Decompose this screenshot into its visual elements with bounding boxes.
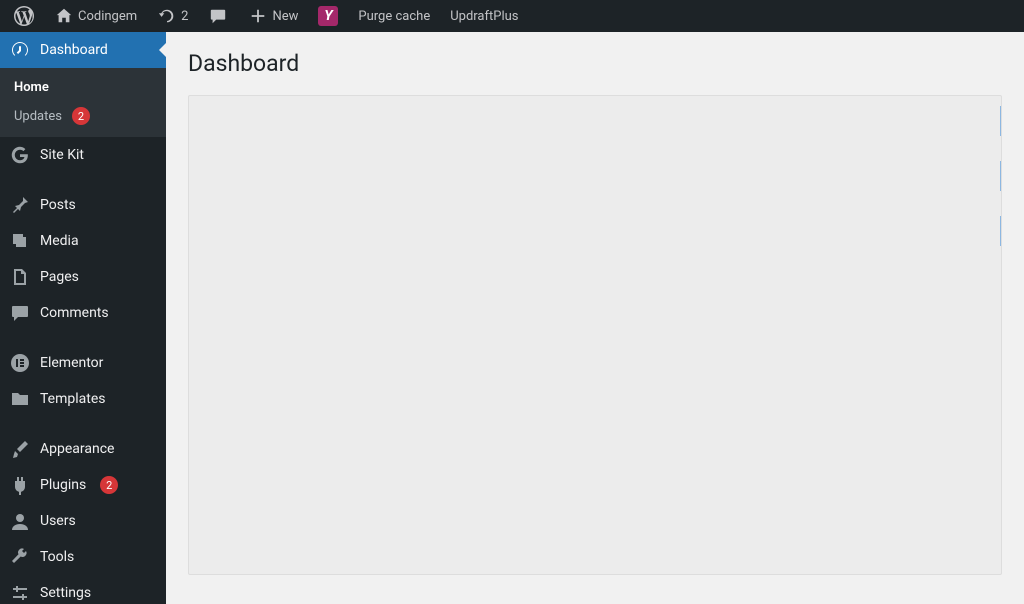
sidebar-item-label: Pages xyxy=(40,269,79,285)
media-icon xyxy=(10,231,30,251)
toolbar-purge-label: Purge cache xyxy=(358,9,430,24)
sidebar-item-label: Site Kit xyxy=(40,147,84,163)
menu-separator xyxy=(0,173,166,187)
sidebar-item-settings[interactable]: Settings xyxy=(0,575,166,604)
toolbar-updraft-label: UpdraftPlus xyxy=(450,9,518,24)
elementor-icon xyxy=(10,353,30,373)
sidebar-item-label: Home xyxy=(14,80,49,95)
wordpress-icon xyxy=(14,6,34,26)
sidebar-item-label: Elementor xyxy=(40,355,103,371)
sidebar-subitem-updates[interactable]: Updates 2 xyxy=(0,101,166,131)
user-icon xyxy=(10,511,30,531)
toolbar-comments[interactable] xyxy=(200,0,236,32)
home-icon xyxy=(54,6,74,26)
sidebar-item-label: Comments xyxy=(40,305,109,321)
sliders-icon xyxy=(10,583,30,603)
sidebar-submenu-dashboard: Home Updates 2 xyxy=(0,68,166,137)
yoast-icon: Y xyxy=(318,6,338,26)
plugin-icon xyxy=(10,475,30,495)
sidebar-item-label: Tools xyxy=(40,549,74,565)
comment-icon xyxy=(208,6,228,26)
toolbar-site-name[interactable]: Codingem xyxy=(46,0,145,32)
sidebar-item-templates[interactable]: Templates xyxy=(0,381,166,417)
panel-toggle-handle[interactable] xyxy=(1000,216,1001,246)
menu-separator xyxy=(0,331,166,345)
pin-icon xyxy=(10,195,30,215)
sidebar-item-users[interactable]: Users xyxy=(0,503,166,539)
comments-icon xyxy=(10,303,30,323)
sidebar-item-comments[interactable]: Comments xyxy=(0,295,166,331)
sidebar-item-label: Users xyxy=(40,513,76,529)
brush-icon xyxy=(10,439,30,459)
wordpress-logo-menu[interactable] xyxy=(6,0,42,32)
admin-body: Dashboard Home Updates 2 Site Kit Posts xyxy=(0,32,1024,604)
toolbar-updraftplus[interactable]: UpdraftPlus xyxy=(442,0,526,32)
sidebar-item-label: Templates xyxy=(40,391,106,407)
sidebar-item-sitekit[interactable]: Site Kit xyxy=(0,137,166,173)
panel-toggle-handle[interactable] xyxy=(1000,106,1001,136)
sidebar-item-label: Appearance xyxy=(40,441,114,457)
sidebar-item-label: Updates xyxy=(14,109,62,124)
sidebar-item-label: Settings xyxy=(40,585,91,601)
site-name-label: Codingem xyxy=(78,9,137,24)
sidebar-item-posts[interactable]: Posts xyxy=(0,187,166,223)
sidebar-item-elementor[interactable]: Elementor xyxy=(0,345,166,381)
sidebar-item-appearance[interactable]: Appearance xyxy=(0,431,166,467)
dashboard-widgets-area xyxy=(188,95,1002,575)
toolbar-new-label: New xyxy=(272,9,298,24)
sidebar-item-plugins[interactable]: Plugins 2 xyxy=(0,467,166,503)
toolbar-yoast[interactable]: Y xyxy=(310,0,346,32)
plus-icon xyxy=(248,6,268,26)
sidebar-subitem-home[interactable]: Home xyxy=(0,74,166,101)
folder-icon xyxy=(10,389,30,409)
plugins-badge: 2 xyxy=(100,476,118,494)
panel-toggle-handle[interactable] xyxy=(1000,161,1001,191)
sidebar-item-dashboard[interactable]: Dashboard xyxy=(0,32,166,68)
sidebar-item-tools[interactable]: Tools xyxy=(0,539,166,575)
google-g-icon xyxy=(10,145,30,165)
menu-separator xyxy=(0,417,166,431)
sidebar-item-label: Dashboard xyxy=(40,42,108,58)
content-area: Dashboard xyxy=(166,32,1024,604)
page-title: Dashboard xyxy=(188,50,1002,77)
pages-icon xyxy=(10,267,30,287)
toolbar-updates[interactable]: 2 xyxy=(149,0,196,32)
dashboard-icon xyxy=(10,40,30,60)
sidebar-item-media[interactable]: Media xyxy=(0,223,166,259)
admin-sidebar: Dashboard Home Updates 2 Site Kit Posts xyxy=(0,32,166,604)
sidebar-item-label: Posts xyxy=(40,197,76,213)
admin-toolbar: Codingem 2 New Y Purge cache UpdraftPlus xyxy=(0,0,1024,32)
sidebar-item-label: Plugins xyxy=(40,477,86,493)
refresh-icon xyxy=(157,6,177,26)
sidebar-item-pages[interactable]: Pages xyxy=(0,259,166,295)
sidebar-item-label: Media xyxy=(40,233,79,249)
wrench-icon xyxy=(10,547,30,567)
toolbar-new[interactable]: New xyxy=(240,0,306,32)
updates-badge: 2 xyxy=(72,107,90,125)
toolbar-updates-count: 2 xyxy=(181,9,188,24)
toolbar-purge-cache[interactable]: Purge cache xyxy=(350,0,438,32)
